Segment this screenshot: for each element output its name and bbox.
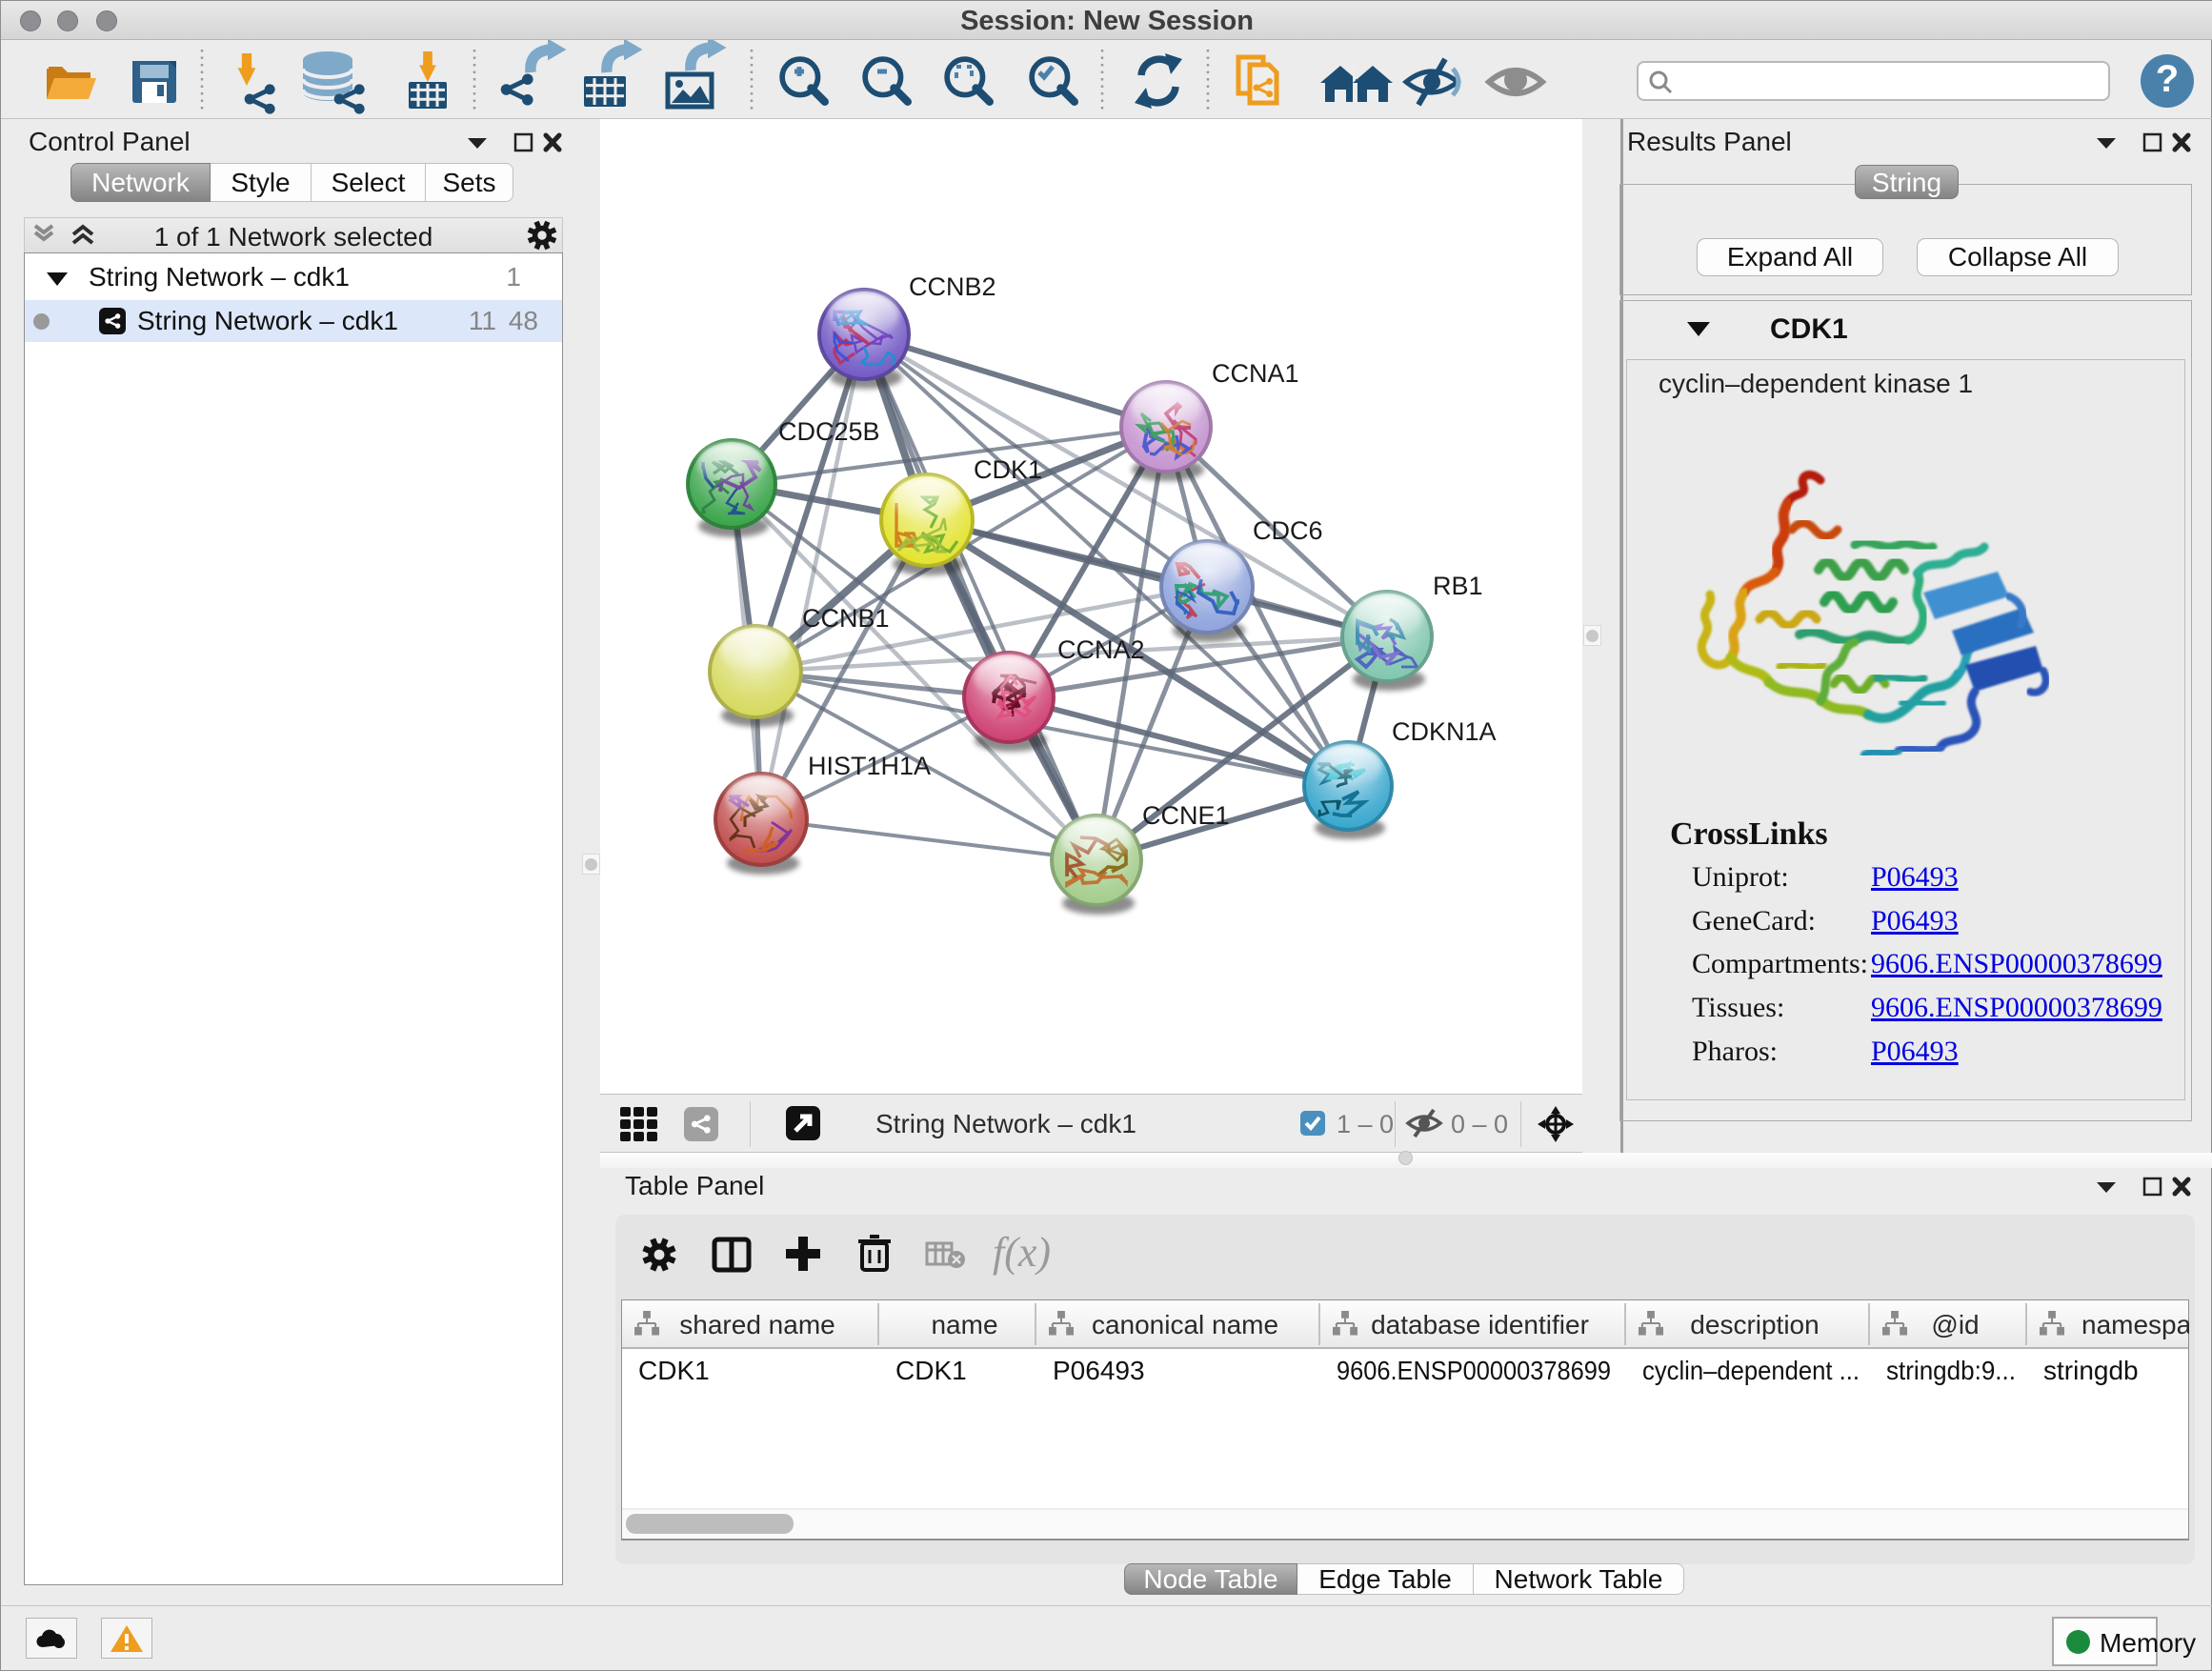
svg-text:cyclin–dependent ...: cyclin–dependent ...	[1642, 1356, 1860, 1385]
svg-text:CDK1: CDK1	[638, 1356, 710, 1385]
svg-text:CCNB1: CCNB1	[802, 604, 890, 633]
svg-text:CDC25B: CDC25B	[778, 417, 880, 446]
svg-text:9606.ENSP00000378699: 9606.ENSP00000378699	[1337, 1356, 1611, 1385]
svg-text:namespace: namespace	[2081, 1310, 2189, 1339]
svg-text:@id: @id	[1931, 1310, 1979, 1339]
svg-text:HIST1H1A: HIST1H1A	[808, 752, 931, 780]
svg-text:CCNE1: CCNE1	[1142, 801, 1230, 830]
svg-text:CDK1: CDK1	[974, 455, 1042, 484]
svg-text:CDC6: CDC6	[1253, 516, 1323, 545]
svg-text:CCNA2: CCNA2	[1057, 635, 1145, 664]
svg-text:P06493: P06493	[1053, 1356, 1145, 1385]
svg-text:stringdb: stringdb	[2043, 1356, 2139, 1385]
svg-text:canonical name: canonical name	[1092, 1310, 1278, 1339]
svg-text:stringdb:9...: stringdb:9...	[1886, 1356, 2016, 1385]
svg-text:shared name: shared name	[679, 1310, 835, 1339]
svg-text:RB1: RB1	[1433, 572, 1483, 600]
svg-text:name: name	[931, 1310, 997, 1339]
svg-text:CDKN1A: CDKN1A	[1392, 717, 1497, 746]
svg-text:database identifier: database identifier	[1371, 1310, 1589, 1339]
svg-text:CCNB2: CCNB2	[909, 272, 996, 301]
svg-text:CCNA1: CCNA1	[1212, 359, 1299, 388]
svg-text:description: description	[1690, 1310, 1819, 1339]
svg-text:CDK1: CDK1	[895, 1356, 967, 1385]
